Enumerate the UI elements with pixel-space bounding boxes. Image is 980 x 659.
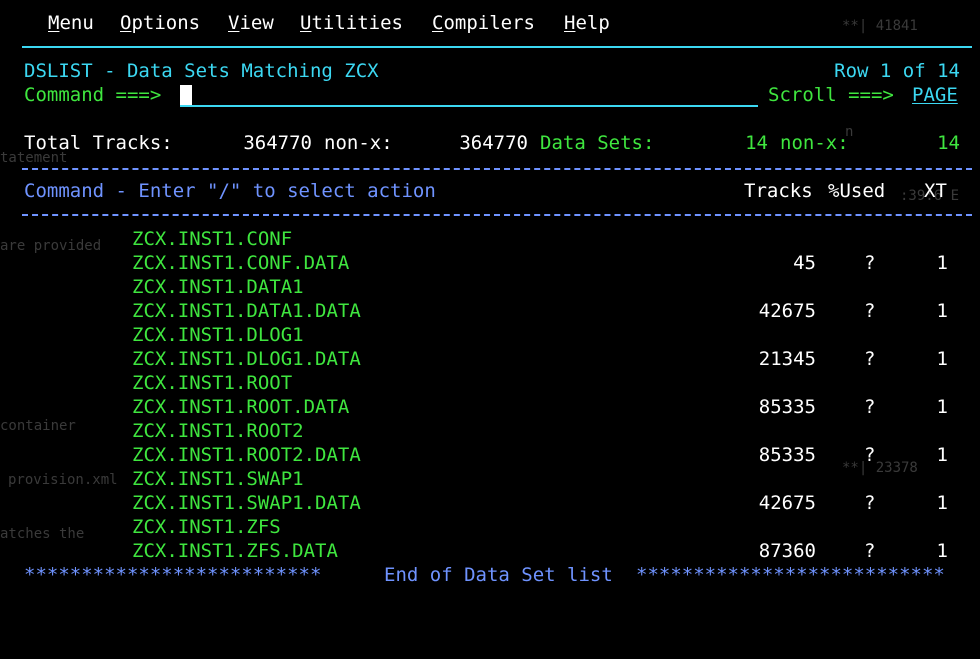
dataset-extents: 1 <box>936 492 948 514</box>
dataset-row[interactable]: ZCX.INST1.ROOT.DATA 85335? 1 <box>0 395 980 419</box>
dataset-tracks: 42675 <box>758 300 816 322</box>
row-indicator: Row 1 of 14 <box>834 60 960 82</box>
dataset-extents: 1 <box>936 540 948 562</box>
dataset-row[interactable]: ZCX.INST1.ROOT2.DATA 85335? 1 <box>0 443 980 467</box>
command-hint: Command - Enter "/" to select action <box>24 180 436 202</box>
dataset-tracks: 42675 <box>758 492 816 514</box>
datasets-nonx-value: 14 <box>937 132 960 154</box>
datasets-value: 14 <box>745 132 768 154</box>
title-row: DSLIST - Data Sets Matching ZCX Row 1 of… <box>0 59 980 83</box>
dataset-used: ? <box>864 396 876 418</box>
dataset-row[interactable]: ZCX.INST1.DLOG1 <box>0 323 980 347</box>
footer-stars-right: *************************** <box>636 564 945 586</box>
dataset-name: ZCX.INST1.DLOG1.DATA <box>132 348 361 370</box>
tracks-nonx-label: non-x: <box>324 132 393 154</box>
dataset-name: ZCX.INST1.ROOT <box>132 372 293 394</box>
dataset-row[interactable]: ZCX.INST1.CONF.DATA 45? 1 <box>0 251 980 275</box>
tracks-nonx-value: 364770 <box>459 132 528 154</box>
dataset-row[interactable]: ZCX.INST1.ROOT <box>0 371 980 395</box>
menu-help[interactable]: Help <box>564 11 610 35</box>
panel-title: DSLIST - Data Sets Matching ZCX <box>24 60 379 82</box>
dataset-tracks: 45 <box>793 252 816 274</box>
dataset-used: ? <box>864 540 876 562</box>
dataset-tracks: 85335 <box>758 396 816 418</box>
dataset-extents: 1 <box>936 252 948 274</box>
dataset-used: ? <box>864 300 876 322</box>
dataset-name: ZCX.INST1.ZFS.DATA <box>132 540 338 562</box>
dataset-row[interactable]: ZCX.INST1.ROOT2 <box>0 419 980 443</box>
footer-stars-left: ************************** <box>24 564 322 586</box>
dataset-name: ZCX.INST1.DLOG1 <box>132 324 304 346</box>
dataset-extents: 1 <box>936 444 948 466</box>
used-column-header: %Used <box>828 180 886 202</box>
dataset-name: ZCX.INST1.SWAP1.DATA <box>132 492 361 514</box>
column-header-row: Command - Enter "/" to select action Tra… <box>0 179 980 203</box>
dataset-used: ? <box>864 444 876 466</box>
dataset-tracks: 87360 <box>758 540 816 562</box>
text-cursor <box>180 85 192 105</box>
command-label: Command ===> <box>24 84 162 106</box>
dataset-name: ZCX.INST1.CONF <box>132 228 293 250</box>
scroll-label: Scroll ===> <box>768 84 894 106</box>
dataset-name: ZCX.INST1.DATA1 <box>132 276 304 298</box>
xt-column-header: XT <box>924 180 947 202</box>
dataset-row[interactable]: ZCX.INST1.ZFS <box>0 515 980 539</box>
dataset-tracks: 21345 <box>758 348 816 370</box>
dataset-name: ZCX.INST1.ROOT2.DATA <box>132 444 361 466</box>
dataset-name: ZCX.INST1.ROOT2 <box>132 420 304 442</box>
end-of-list-row: ************************** End of Data S… <box>0 563 980 587</box>
menu-divider <box>22 46 972 48</box>
tracks-column-header: Tracks <box>744 180 813 202</box>
dataset-name: ZCX.INST1.ROOT.DATA <box>132 396 350 418</box>
dataset-name: ZCX.INST1.ZFS <box>132 516 281 538</box>
totals-row: Total Tracks: 364770 non-x: 364770 Data … <box>0 131 980 155</box>
menu-bar: Menu Options View Utilities Compilers He… <box>0 11 980 35</box>
dataset-extents: 1 <box>936 300 948 322</box>
divider <box>22 168 972 170</box>
dataset-row[interactable]: ZCX.INST1.DATA1 <box>0 275 980 299</box>
dataset-tracks: 85335 <box>758 444 816 466</box>
dataset-name: ZCX.INST1.SWAP1 <box>132 468 304 490</box>
dataset-extents: 1 <box>936 396 948 418</box>
dataset-row[interactable]: ZCX.INST1.DLOG1.DATA 21345? 1 <box>0 347 980 371</box>
dataset-name: ZCX.INST1.DATA1.DATA <box>132 300 361 322</box>
scroll-field[interactable]: PAGE <box>912 83 958 107</box>
dataset-used: ? <box>864 348 876 370</box>
datasets-nonx-label: non-x: <box>780 132 849 154</box>
command-input[interactable] <box>180 83 758 107</box>
menu-options[interactable]: Options <box>120 11 200 35</box>
total-tracks-value: 364770 <box>243 132 312 154</box>
datasets-label: Data Sets: <box>540 132 655 154</box>
dataset-used: ? <box>864 492 876 514</box>
dataset-row[interactable]: ZCX.INST1.SWAP1 <box>0 467 980 491</box>
command-row: Command ===> Scroll ===> PAGE <box>0 83 980 107</box>
menu-compilers[interactable]: Compilers <box>432 11 535 35</box>
dataset-row[interactable]: ZCX.INST1.SWAP1.DATA 42675? 1 <box>0 491 980 515</box>
dataset-row[interactable]: ZCX.INST1.ZFS.DATA 87360? 1 <box>0 539 980 563</box>
total-tracks-label: Total Tracks: <box>24 132 173 154</box>
menu-utilities[interactable]: Utilities <box>300 11 403 35</box>
divider <box>22 214 972 216</box>
dataset-extents: 1 <box>936 348 948 370</box>
dataset-name: ZCX.INST1.CONF.DATA <box>132 252 350 274</box>
end-of-list-text: End of Data Set list <box>384 564 613 586</box>
dataset-used: ? <box>864 252 876 274</box>
menu-view[interactable]: View <box>228 11 274 35</box>
menu-menu[interactable]: Menu <box>48 11 94 35</box>
dataset-row[interactable]: ZCX.INST1.DATA1.DATA 42675? 1 <box>0 299 980 323</box>
dataset-row[interactable]: ZCX.INST1.CONF <box>0 227 980 251</box>
